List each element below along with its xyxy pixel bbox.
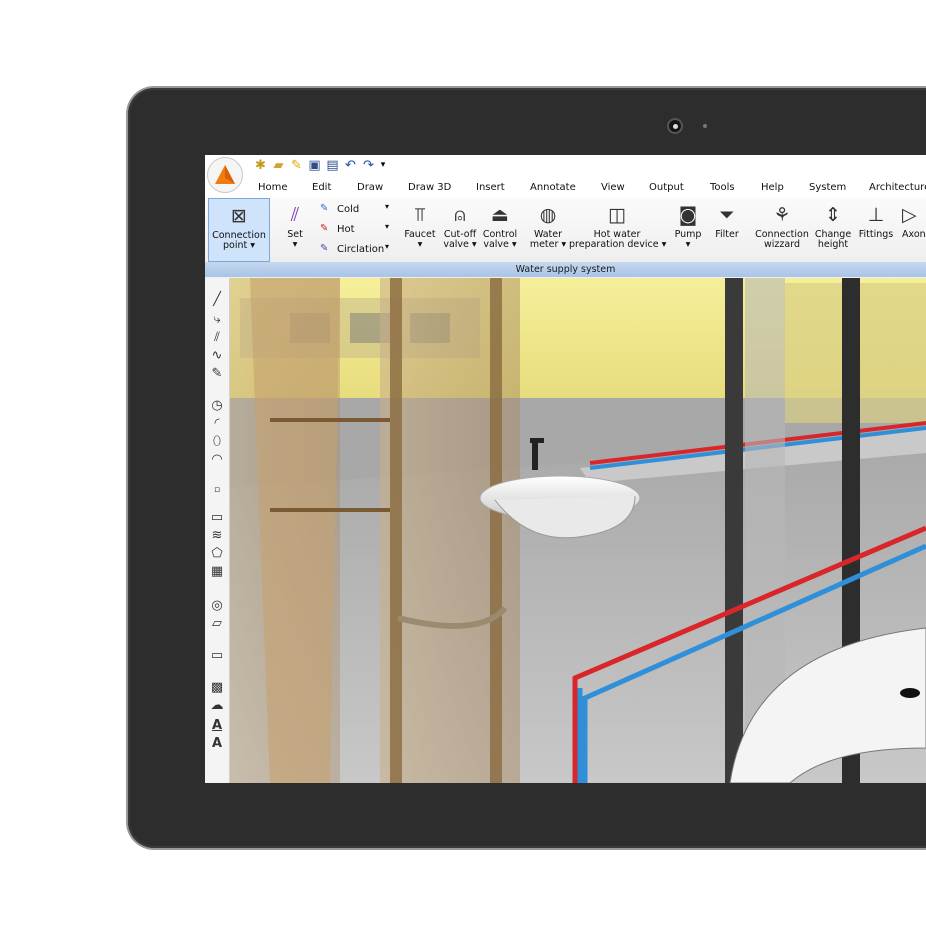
print-icon[interactable]: ▤ bbox=[325, 158, 340, 173]
pump-icon: ◙ bbox=[678, 204, 698, 226]
filter-button[interactable]: ⏷ Filter bbox=[710, 198, 744, 262]
sensor-icon bbox=[703, 124, 707, 128]
new-file-icon[interactable]: ✱ bbox=[253, 158, 268, 173]
control-valve-button[interactable]: ⏏ Control valve ▾ bbox=[480, 198, 520, 262]
water-meter-button[interactable]: ◍ Water meter ▾ bbox=[526, 198, 570, 262]
zigzag-icon[interactable]: ≋ bbox=[205, 528, 229, 544]
spline-icon[interactable]: ∿ bbox=[205, 348, 229, 364]
pump-button[interactable]: ◙ Pump ▾ bbox=[671, 198, 705, 262]
line-icon[interactable]: ╱ bbox=[205, 292, 229, 308]
circulation-button[interactable]: Circlation bbox=[337, 244, 384, 255]
axon-icon: ▷ bbox=[902, 204, 917, 226]
text-underline-icon[interactable]: A bbox=[205, 718, 229, 734]
hot-water-device-button[interactable]: ◫ Hot water preparation device ▾ bbox=[569, 198, 666, 262]
menu-system[interactable]: System bbox=[809, 182, 846, 193]
save-icon[interactable]: ▣ bbox=[307, 158, 322, 173]
text-icon[interactable]: A bbox=[205, 736, 229, 752]
connection-point-icon: ⊠ bbox=[231, 205, 247, 227]
cold-button[interactable]: Cold bbox=[337, 204, 359, 215]
point-icon[interactable]: ▫ bbox=[205, 482, 229, 498]
arc-icon[interactable]: ◜ bbox=[205, 416, 229, 432]
image-icon[interactable]: ▭ bbox=[205, 648, 229, 664]
cold-pipe-icon: ✎ bbox=[320, 203, 329, 214]
hot-button[interactable]: Hot bbox=[337, 224, 355, 235]
connection-wizard-button[interactable]: ⚘ Connection wizzard bbox=[752, 198, 812, 262]
menu-insert[interactable]: Insert bbox=[476, 182, 505, 193]
3d-viewport[interactable] bbox=[230, 278, 926, 783]
edit-icon[interactable]: ✎ bbox=[289, 158, 304, 173]
hot-water-device-icon: ◫ bbox=[608, 204, 626, 226]
change-height-button[interactable]: ⇕ Change height bbox=[813, 198, 853, 262]
camera-icon bbox=[667, 118, 683, 134]
hot-dropdown-icon[interactable]: ▾ bbox=[385, 222, 389, 231]
circle-icon[interactable]: ◷ bbox=[205, 398, 229, 414]
pipes-set-icon: ⫽ bbox=[290, 204, 300, 226]
cloud-icon[interactable]: ☁ bbox=[205, 698, 229, 714]
cutoff-valve-icon: ⍝ bbox=[454, 204, 466, 226]
menu-tools[interactable]: Tools bbox=[710, 182, 735, 193]
faucet-button[interactable]: ⫪ Faucet ▾ bbox=[401, 198, 439, 262]
undo-icon[interactable]: ↶ bbox=[343, 158, 358, 173]
app-screen: ✱ ▰ ✎ ▣ ▤ ↶ ↷ ▾ Home Edit Draw Draw 3D I… bbox=[205, 155, 926, 783]
arc-3pt-icon[interactable]: ◠ bbox=[205, 452, 229, 468]
fittings-icon: ⊥ bbox=[867, 204, 885, 226]
menu-output[interactable]: Output bbox=[649, 182, 684, 193]
polyline-icon[interactable]: ⤷ bbox=[205, 312, 229, 328]
freehand-icon[interactable]: ✎ bbox=[205, 366, 229, 382]
circulation-pipe-icon: ✎ bbox=[320, 243, 329, 254]
menu-help[interactable]: Help bbox=[761, 182, 784, 193]
menu-draw[interactable]: Draw bbox=[357, 182, 383, 193]
polygon-icon[interactable]: ⬠ bbox=[205, 546, 229, 562]
ellipse-icon[interactable]: ⬯ bbox=[205, 434, 229, 450]
fittings-button[interactable]: ⊥ Fittings bbox=[855, 198, 897, 262]
rectangle-icon[interactable]: ▭ bbox=[205, 510, 229, 526]
menu-annotate[interactable]: Annotate bbox=[530, 182, 576, 193]
target-icon[interactable]: ◎ bbox=[205, 598, 229, 614]
connection-wizard-icon: ⚘ bbox=[773, 204, 791, 226]
faucet-icon: ⫪ bbox=[414, 204, 426, 226]
app-logo[interactable] bbox=[207, 157, 243, 193]
change-height-icon: ⇕ bbox=[825, 204, 841, 226]
menu-edit[interactable]: Edit bbox=[312, 182, 331, 193]
open-folder-icon[interactable]: ▰ bbox=[271, 158, 286, 173]
menu-bar: Home Edit Draw Draw 3D Insert Annotate V… bbox=[205, 180, 926, 199]
ribbon-group-label: Water supply system bbox=[205, 263, 926, 277]
double-line-icon[interactable]: ⫽ bbox=[205, 330, 229, 346]
cutoff-valve-button[interactable]: ⍝ Cut-off valve ▾ bbox=[441, 198, 479, 262]
menu-architecture[interactable]: Architecture bbox=[869, 182, 926, 193]
cold-dropdown-icon[interactable]: ▾ bbox=[385, 202, 389, 211]
dropdown-icon[interactable]: ▾ bbox=[379, 158, 387, 173]
hot-pipe-icon: ✎ bbox=[320, 223, 329, 234]
control-valve-icon: ⏏ bbox=[491, 204, 509, 226]
pattern-icon[interactable]: ▩ bbox=[205, 680, 229, 696]
redo-icon[interactable]: ↷ bbox=[361, 158, 376, 173]
hatch-icon[interactable]: ▦ bbox=[205, 564, 229, 580]
menu-draw-3d[interactable]: Draw 3D bbox=[408, 182, 451, 193]
axon-button[interactable]: ▷ Axon bbox=[902, 198, 926, 262]
ribbon: ⊠ Connection point ▾ ⫽ Set ▾ ✎ Cold ▾ ✎ … bbox=[205, 198, 926, 263]
tool-palette: ╱ ⤷ ⫽ ∿ ✎ ◷ ◜ ⬯ ◠ ▫ ▭ ≋ ⬠ ▦ ◎ ▱ ▭ ▩ ☁ A … bbox=[205, 278, 230, 783]
block-icon[interactable]: ▱ bbox=[205, 616, 229, 632]
menu-home[interactable]: Home bbox=[258, 182, 288, 193]
filter-icon: ⏷ bbox=[719, 204, 735, 226]
set-button[interactable]: ⫽ Set ▾ bbox=[275, 198, 315, 262]
connection-point-button[interactable]: ⊠ Connection point ▾ bbox=[208, 198, 270, 262]
water-meter-icon: ◍ bbox=[539, 204, 557, 226]
circulation-dropdown-icon[interactable]: ▾ bbox=[385, 242, 389, 251]
quick-access-toolbar: ✱ ▰ ✎ ▣ ▤ ↶ ↷ ▾ bbox=[205, 155, 926, 180]
menu-view[interactable]: View bbox=[601, 182, 625, 193]
